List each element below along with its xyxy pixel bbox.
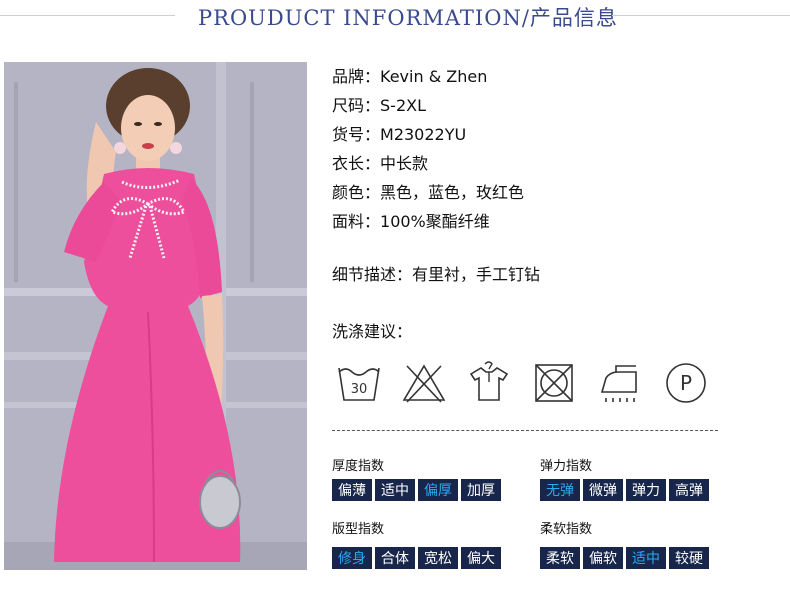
info-value: 100%聚酯纤维	[380, 212, 490, 231]
wash-30-icon: 30	[338, 367, 380, 401]
info-key: 衣长：	[332, 154, 381, 173]
info-value: Kevin & Zhen	[380, 67, 488, 86]
index-option: 偏薄	[332, 479, 372, 501]
info-value: S-2XL	[380, 96, 426, 115]
info-key: 尺码：	[332, 96, 381, 115]
header-rule-left	[0, 15, 175, 16]
info-row-fabric: 面料：100%聚酯纤维	[332, 212, 490, 232]
softness-index-options: 柔软 偏软 适中 较硬	[540, 547, 709, 569]
no-bleach-icon	[402, 364, 446, 403]
dry-clean-p-icon: P	[666, 363, 706, 403]
fit-index-options: 修身 合体 宽松 偏大	[332, 547, 501, 569]
index-option: 合体	[375, 547, 415, 569]
header-rule-right	[612, 15, 790, 16]
info-row-length: 衣长：中长款	[332, 154, 428, 174]
detail-description: 细节描述：有里衬，手工钉钻	[332, 265, 541, 284]
index-option-selected: 无弹	[540, 479, 580, 501]
model-in-dress-illustration	[4, 62, 307, 570]
index-option: 高弹	[669, 479, 709, 501]
divider	[332, 430, 718, 431]
thickness-index-options: 偏薄 适中 偏厚 加厚	[332, 479, 501, 501]
index-option: 微弹	[583, 479, 623, 501]
elasticity-index-options: 无弹 微弹 弹力 高弹	[540, 479, 709, 501]
info-key: 品牌：	[332, 67, 381, 86]
info-key: 货号：	[332, 125, 381, 144]
softness-index-title: 柔软指数	[540, 522, 593, 537]
dry-clean-letter: P	[680, 371, 692, 395]
index-option: 适中	[375, 479, 415, 501]
wash-title: 洗涤建议：	[332, 322, 413, 341]
index-option: 偏软	[583, 547, 623, 569]
elasticity-index-title: 弹力指数	[540, 459, 593, 474]
no-tumble-dry-icon	[535, 364, 573, 402]
wash-temp-label: 30	[351, 382, 368, 397]
info-row-item-number: 货号：M23022YU	[332, 125, 466, 145]
product-photo	[4, 62, 307, 570]
index-option: 较硬	[669, 547, 709, 569]
index-option-selected: 适中	[626, 547, 666, 569]
thickness-index-title: 厚度指数	[332, 459, 385, 474]
index-option: 偏大	[461, 547, 501, 569]
index-option-selected: 修身	[332, 547, 372, 569]
index-option: 弹力	[626, 479, 666, 501]
info-value: 黑色，蓝色，玫红色	[380, 183, 525, 202]
fit-index-title: 版型指数	[332, 522, 385, 537]
info-key: 面料：	[332, 212, 381, 231]
info-row-brand: 品牌：Kevin & Zhen	[332, 67, 487, 87]
section-title: PROUDUCT INFORMATION/产品信息	[198, 6, 618, 30]
info-value: M23022YU	[380, 125, 467, 144]
hang-dry-icon	[469, 361, 509, 401]
info-row-size: 尺码：S-2XL	[332, 96, 426, 116]
info-row-color: 颜色：黑色，蓝色，玫红色	[332, 183, 524, 203]
info-key: 颜色：	[332, 183, 381, 202]
info-value: 中长款	[380, 154, 429, 173]
index-option: 宽松	[418, 547, 458, 569]
iron-steam-icon	[600, 365, 637, 402]
index-option: 柔软	[540, 547, 580, 569]
index-option: 加厚	[461, 479, 501, 501]
index-option-selected: 偏厚	[418, 479, 458, 501]
